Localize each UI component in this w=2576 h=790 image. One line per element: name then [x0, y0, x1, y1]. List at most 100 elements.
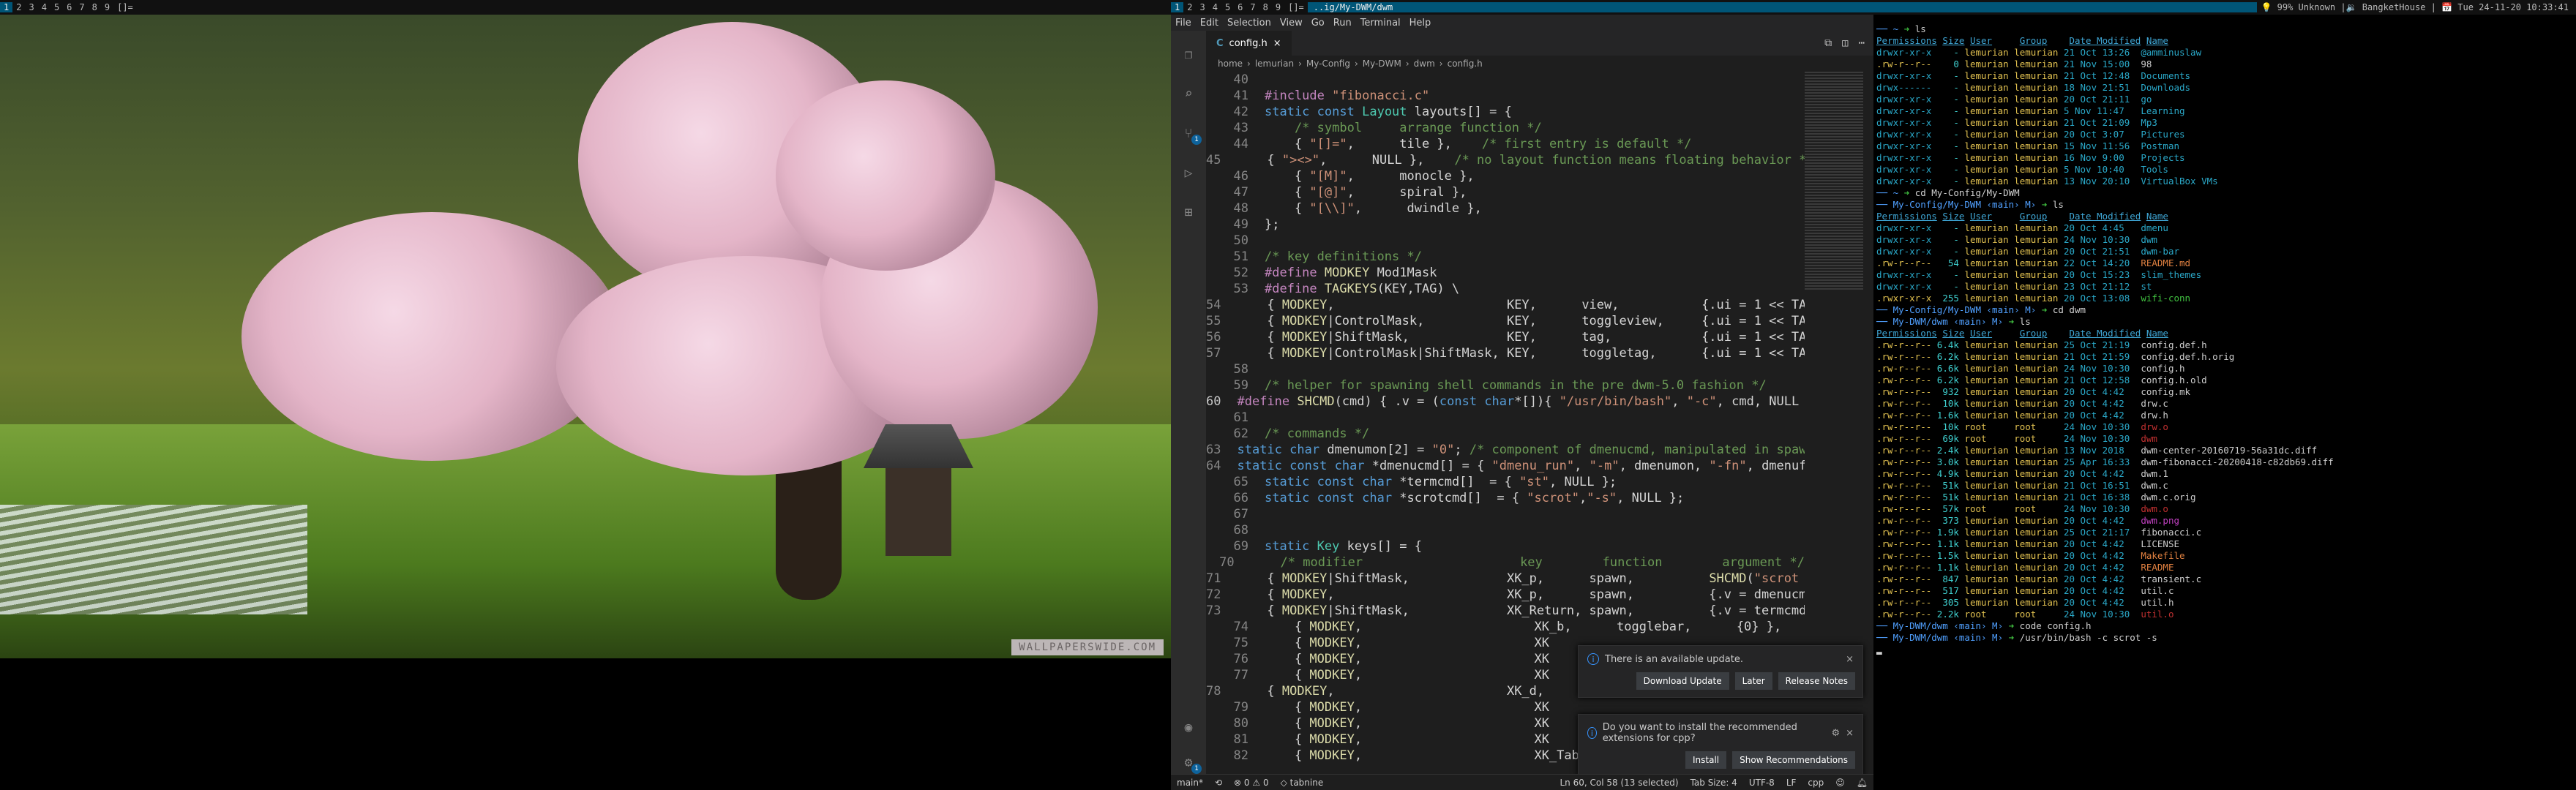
tag-5[interactable]: 5 — [50, 2, 63, 12]
tag-7[interactable]: 7 — [1246, 2, 1259, 12]
layout-symbol[interactable]: []= — [1284, 2, 1308, 12]
ls-cell: dmenu — [2141, 222, 2168, 233]
bell-icon[interactable]: 🔔︎ — [1851, 778, 1873, 788]
tag-9[interactable]: 9 — [101, 2, 113, 12]
ls-row: drwxr-xr-x - lemurian lemurian 16 Nov 9:… — [1876, 152, 2576, 164]
problems-indicator[interactable]: ⊗ 0 ⚠ 0 — [1228, 778, 1275, 788]
breadcrumb-item[interactable]: My-Config — [1306, 59, 1355, 69]
tag-3[interactable]: 3 — [25, 2, 37, 12]
terminal-window[interactable]: ── ~ ➜ ls Permissions Size User Group Dat… — [1873, 15, 2576, 790]
ls-cell: - — [1953, 281, 1959, 292]
ls-cell: README — [2141, 562, 2174, 573]
tag-8[interactable]: 8 — [89, 2, 101, 12]
tag-5[interactable]: 5 — [1221, 2, 1234, 12]
close-icon[interactable]: × — [1846, 728, 1854, 739]
breadcrumb-item[interactable]: home — [1218, 59, 1247, 69]
breadcrumb-item[interactable]: lemurian — [1255, 59, 1298, 69]
ls-header-cell: Name — [2146, 35, 2168, 46]
editor-scrollbar[interactable] — [1863, 72, 1873, 774]
line-number: 54 — [1206, 298, 1221, 312]
tab-config-h[interactable]: C config.h × — [1206, 31, 1292, 56]
breadcrumb-item[interactable]: dwm — [1414, 59, 1439, 69]
ls-cell: 5 Nov 10:40 — [2063, 164, 2124, 175]
tag-2[interactable]: 2 — [12, 2, 25, 12]
menu-go[interactable]: Go — [1307, 18, 1329, 29]
ls-row: .rw-r--r-- 932 lemurian lemurian 20 Oct … — [1876, 386, 2576, 398]
more-actions-icon[interactable]: ⋯ — [1859, 37, 1865, 49]
code-line: 57 { MODKEY|ControlMask|ShiftMask, KEY, … — [1206, 345, 1805, 361]
search-icon[interactable]: ⌕ — [1180, 85, 1197, 102]
ls-cell: lemurian — [1964, 351, 2009, 362]
breadcrumb-item[interactable]: My-DWM — [1363, 59, 1406, 69]
breadcrumb-item[interactable]: config.h — [1448, 59, 1487, 69]
ls-cell: util.o — [2141, 609, 2174, 620]
branch-indicator[interactable]: main* — [1171, 778, 1209, 788]
line-number: 50 — [1233, 233, 1248, 248]
tag-3[interactable]: 3 — [1196, 2, 1208, 12]
tag-4[interactable]: 4 — [1209, 2, 1221, 12]
tabnine-indicator[interactable]: ◇ tabnine — [1275, 778, 1330, 788]
menu-view[interactable]: View — [1276, 18, 1307, 29]
tag-9[interactable]: 9 — [1272, 2, 1284, 12]
layout-symbol[interactable]: []= — [113, 2, 137, 12]
tag-8[interactable]: 8 — [1259, 2, 1272, 12]
ls-cell: 21 Oct 13:26 — [2063, 47, 2130, 58]
release-notes-button[interactable]: Release Notes — [1778, 672, 1855, 690]
tag-1[interactable]: 1 — [1171, 2, 1184, 12]
ls-cell: 51k — [1942, 480, 1959, 491]
menu-run[interactable]: Run — [1329, 18, 1356, 29]
ls-header-cell: User — [1969, 328, 1993, 339]
download-update-button[interactable]: Download Update — [1636, 672, 1729, 690]
cursor-position[interactable]: Ln 60, Col 58 (13 selected) — [1554, 778, 1685, 788]
language-mode[interactable]: cpp — [1802, 778, 1830, 788]
code-line: 45 { "><>", NULL }, /* no layout functio… — [1206, 152, 1805, 168]
menu-edit[interactable]: Edit — [1196, 18, 1223, 29]
gear-icon[interactable]: ⚙ — [1831, 728, 1840, 739]
feedback-icon[interactable]: ☺ — [1830, 778, 1851, 788]
line-text: /* key definitions */ — [1265, 249, 1422, 264]
menu-file[interactable]: File — [1171, 18, 1196, 29]
sync-icon[interactable]: ⟲ — [1209, 778, 1228, 788]
menu-help[interactable]: Help — [1405, 18, 1436, 29]
ls-cell: drwxr-xr-x — [1876, 105, 1932, 116]
settings-gear-icon[interactable]: ⚙ 1 — [1180, 753, 1202, 774]
tag-6[interactable]: 6 — [1234, 2, 1246, 12]
menu-terminal[interactable]: Terminal — [1356, 18, 1405, 29]
ls-row: drwxr-xr-x - lemurian lemurian 5 Nov 10:… — [1876, 164, 2576, 176]
line-number: 68 — [1233, 523, 1248, 538]
encoding[interactable]: UTF-8 — [1743, 778, 1781, 788]
open-changes-icon[interactable]: ⧉ — [1824, 37, 1832, 49]
ls-cell: lemurian — [1964, 492, 2009, 503]
minimap[interactable] — [1805, 72, 1863, 291]
wallpaper: WALLPAPERSWIDE.COM — [0, 15, 1171, 658]
line-number: 53 — [1233, 282, 1248, 296]
close-icon[interactable]: × — [1273, 38, 1281, 49]
later-button[interactable]: Later — [1734, 672, 1772, 690]
code-line: 43 /* symbol arrange function */ — [1206, 120, 1805, 136]
extensions-icon[interactable]: ⊞ — [1180, 203, 1197, 221]
tag-1[interactable]: 1 — [0, 2, 13, 12]
menu-selection[interactable]: Selection — [1223, 18, 1276, 29]
install-button[interactable]: Install — [1685, 751, 1727, 769]
tag-6[interactable]: 6 — [63, 2, 75, 12]
ls-cell: root — [1964, 433, 1987, 444]
code-line: 58 — [1206, 361, 1805, 377]
ls-header-cell: Name — [2146, 211, 2168, 222]
explorer-icon[interactable]: ❐ — [1180, 45, 1197, 63]
ls-cell: lemurian — [2014, 363, 2059, 374]
ls-row: drwxr-xr-x - lemurian lemurian 21 Oct 21… — [1876, 117, 2576, 129]
source-control-icon[interactable]: ⑂ 1 — [1180, 124, 1202, 145]
ls-cell: 21 Nov 15:00 — [2063, 59, 2130, 69]
eol[interactable]: LF — [1781, 778, 1802, 788]
close-icon[interactable]: × — [1846, 654, 1854, 665]
show-recommendations-button[interactable]: Show Recommendations — [1732, 751, 1855, 769]
run-debug-icon[interactable]: ▷ — [1180, 164, 1197, 181]
tab-size[interactable]: Tab Size: 4 — [1685, 778, 1743, 788]
tag-4[interactable]: 4 — [38, 2, 50, 12]
ls-cell: config.def.h — [2141, 339, 2207, 350]
account-icon[interactable]: ◉ — [1180, 718, 1197, 736]
split-editor-icon[interactable]: ◫ — [1842, 37, 1848, 49]
tag-7[interactable]: 7 — [75, 2, 88, 12]
line-number: 57 — [1206, 346, 1221, 361]
tag-2[interactable]: 2 — [1183, 2, 1196, 12]
